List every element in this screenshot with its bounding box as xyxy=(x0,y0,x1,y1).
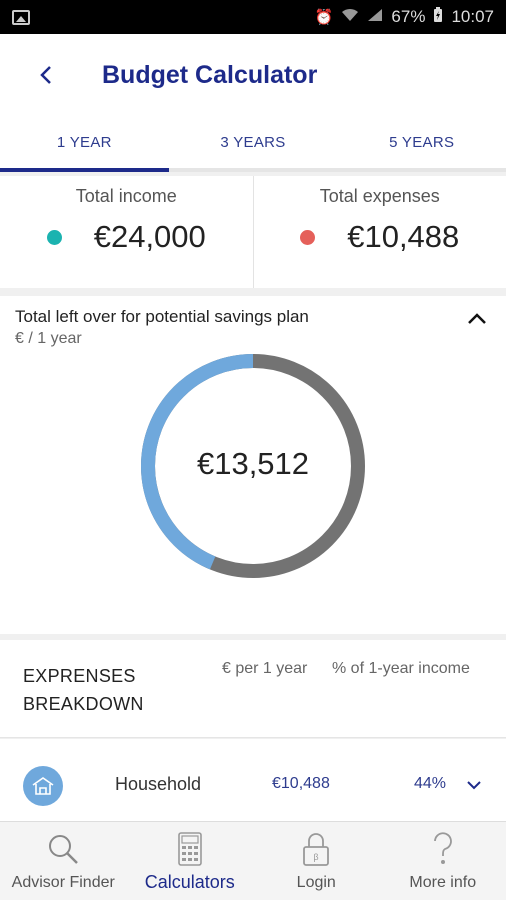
chevron-down-icon[interactable] xyxy=(463,775,485,795)
tab-5-years[interactable]: 5 YEARS xyxy=(337,116,506,168)
savings-subtitle: € / 1 year xyxy=(15,330,82,347)
nav-label-advisor-finder: Advisor Finder xyxy=(11,874,115,891)
totals-panel: Total income €24,000 Total expenses €10,… xyxy=(0,176,506,288)
battery-percent: 67% xyxy=(391,7,426,26)
expenses-value: €10,488 xyxy=(347,219,460,254)
clock: 10:07 xyxy=(451,7,494,26)
income-summary: Total income €24,000 xyxy=(0,176,253,288)
household-percent: 44% xyxy=(414,775,447,792)
status-bar: ⏰ 67% 10:07 xyxy=(0,0,506,34)
battery-charging-icon xyxy=(433,7,443,27)
savings-panel: Total left over for potential savings pl… xyxy=(0,296,506,634)
nav-advisor-finder[interactable]: Advisor Finder xyxy=(0,822,127,900)
period-tabs: 1 YEAR 3 YEARS 5 YEARS xyxy=(0,116,506,172)
magnifier-icon xyxy=(45,830,81,868)
signal-icon xyxy=(367,8,383,26)
income-label: Total income xyxy=(75,186,177,206)
nav-more-info[interactable]: More info xyxy=(380,822,506,900)
income-dot xyxy=(46,229,62,245)
nav-label-calculators: Calculators xyxy=(144,872,235,892)
image-icon xyxy=(12,9,30,25)
chevron-up-icon xyxy=(468,313,486,324)
breakdown-title: EXPRENSES BREAKDOWN xyxy=(23,666,144,714)
nav-label-login: Login xyxy=(296,874,336,891)
household-label: Household xyxy=(115,774,202,794)
tab-3-years[interactable]: 3 YEARS xyxy=(169,116,338,168)
household-amount: €10,488 xyxy=(272,775,330,792)
padlock-icon: β xyxy=(298,830,334,868)
savings-title: Total left over for potential savings pl… xyxy=(15,307,309,326)
bottom-navigation: Advisor Finder Calculators β Login More … xyxy=(0,821,506,900)
svg-text:β: β xyxy=(314,852,319,862)
household-expense-row[interactable]: Household €10,488 44% xyxy=(0,739,506,821)
house-icon xyxy=(23,766,63,806)
nav-login[interactable]: β Login xyxy=(253,822,380,900)
page-title: Budget Calculator xyxy=(102,60,318,89)
expenses-dot xyxy=(300,229,316,245)
expenses-summary: Total expenses €10,488 xyxy=(252,176,506,288)
wifi-icon xyxy=(341,8,359,26)
expenses-breakdown-header: EXPRENSES BREAKDOWN € per 1 year % of 1-… xyxy=(0,640,506,738)
question-icon xyxy=(425,830,461,868)
back-button[interactable] xyxy=(18,47,74,103)
income-value: €24,000 xyxy=(93,219,206,254)
nav-calculators[interactable]: Calculators xyxy=(127,822,254,900)
calculator-icon xyxy=(172,830,208,868)
alarm-icon: ⏰ xyxy=(314,9,334,26)
nav-label-more-info: More info xyxy=(409,874,477,891)
tab-1-year[interactable]: 1 YEAR xyxy=(0,116,169,172)
chevron-left-icon xyxy=(40,66,51,84)
app-header: Budget Calculator xyxy=(0,34,506,116)
column-percent-header: % of 1-year income xyxy=(332,660,470,677)
expenses-label: Total expenses xyxy=(319,186,440,206)
column-amount-header: € per 1 year xyxy=(222,660,308,677)
collapse-button[interactable] xyxy=(462,304,492,334)
savings-value: €13,512 xyxy=(196,446,310,481)
